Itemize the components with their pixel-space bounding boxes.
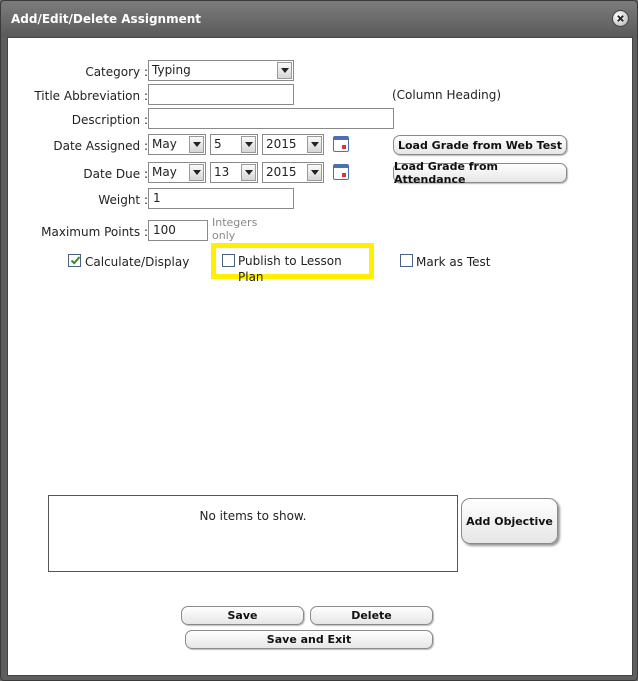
date-due-day-value: 13 [214, 165, 230, 179]
date-assigned-month-value: May [152, 137, 177, 151]
empty-grid-message: No items to show. [199, 509, 307, 523]
integers-hint-line2: only [212, 229, 236, 242]
calendar-icon[interactable] [333, 164, 349, 180]
date-due-month-value: May [152, 165, 177, 179]
chevron-down-icon[interactable] [189, 164, 204, 181]
category-select[interactable]: Typing [148, 60, 294, 81]
calendar-icon[interactable] [333, 136, 349, 152]
date-assigned-year-select[interactable]: 2015 [262, 134, 324, 155]
title-abbreviation-label: Title Abbreviation : [34, 89, 148, 103]
date-due-year-value: 2015 [266, 165, 297, 179]
delete-button[interactable]: Delete [310, 606, 433, 625]
integers-hint: Integers only [212, 216, 257, 242]
category-label: Category : [85, 65, 148, 79]
date-assigned-day-select[interactable]: 5 [210, 134, 258, 155]
assignment-dialog: Add/Edit/Delete Assignment Category : Ty… [0, 0, 638, 681]
date-assigned-day-value: 5 [214, 137, 222, 151]
check-icon [70, 256, 81, 265]
chevron-down-icon[interactable] [189, 136, 204, 153]
form-panel: Category : Typing Title Abbreviation : (… [7, 37, 633, 676]
date-assigned-label: Date Assigned : [53, 139, 148, 153]
weight-input[interactable]: 1 [148, 188, 294, 209]
objectives-grid: No items to show. [48, 495, 458, 572]
title-bar[interactable]: Add/Edit/Delete Assignment [1, 1, 637, 37]
add-objective-button[interactable]: Add Objective [461, 498, 558, 544]
load-attendance-button[interactable]: Load Grade from Attendance [393, 160, 567, 186]
date-assigned-month-select[interactable]: May [148, 134, 206, 155]
date-due-day-select[interactable]: 13 [210, 162, 258, 183]
title-abbreviation-input[interactable] [148, 84, 294, 105]
category-value: Typing [152, 63, 191, 77]
publish-lesson-plan-label: Publish to Lesson Plan [238, 254, 342, 284]
maximum-points-input[interactable]: 100 [148, 220, 208, 241]
chevron-down-icon[interactable] [307, 136, 322, 153]
date-due-month-select[interactable]: May [148, 162, 206, 183]
save-and-exit-button[interactable]: Save and Exit [185, 630, 433, 649]
mark-as-test-checkbox[interactable] [400, 254, 413, 267]
description-input[interactable] [148, 108, 394, 129]
maximum-points-label: Maximum Points : [41, 225, 148, 239]
load-web-test-button[interactable]: Load Grade from Web Test [393, 135, 567, 155]
integers-hint-line1: Integers [212, 216, 258, 229]
column-heading-note: (Column Heading) [392, 88, 502, 102]
chevron-down-icon[interactable] [241, 136, 256, 153]
close-icon[interactable] [612, 10, 629, 27]
weight-label: Weight : [98, 193, 148, 207]
publish-highlight: Publish to Lesson Plan [211, 243, 374, 284]
calculate-display-checkbox[interactable] [68, 254, 81, 267]
chevron-down-icon[interactable] [241, 164, 256, 181]
chevron-down-icon[interactable] [277, 62, 292, 79]
date-assigned-year-value: 2015 [266, 137, 297, 151]
dialog-title: Add/Edit/Delete Assignment [11, 12, 202, 26]
publish-lesson-plan-checkbox[interactable] [222, 254, 235, 267]
date-due-label: Date Due : [83, 167, 148, 181]
chevron-down-icon[interactable] [307, 164, 322, 181]
mark-as-test-label: Mark as Test [416, 255, 491, 269]
calculate-display-label: Calculate/Display [85, 255, 190, 269]
description-label: Description : [71, 113, 148, 127]
date-due-year-select[interactable]: 2015 [262, 162, 324, 183]
save-button[interactable]: Save [181, 606, 304, 625]
